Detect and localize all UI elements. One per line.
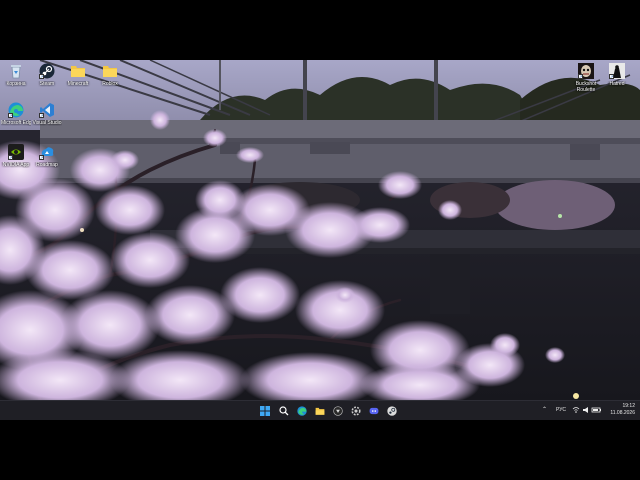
shortcut-arrow-icon: ↗ bbox=[8, 155, 13, 160]
start-button[interactable] bbox=[258, 404, 271, 417]
app-icon: ↗ bbox=[39, 144, 55, 160]
buckshot-roulette-icon: ↗ bbox=[578, 63, 594, 79]
wallpaper bbox=[0, 60, 640, 400]
shortcut-arrow-icon: ↗ bbox=[39, 74, 44, 79]
visual-studio-icon: ↗ bbox=[39, 102, 55, 118]
desktop-icon-label: Buckshot Roulette bbox=[575, 81, 597, 93]
desktop-icon-label: Hatred bbox=[609, 81, 625, 87]
shortcut-arrow-icon: ↗ bbox=[609, 74, 614, 79]
search-icon bbox=[278, 405, 288, 415]
shortcut-arrow-icon: ↗ bbox=[39, 155, 44, 160]
tray-language[interactable]: РУС bbox=[556, 407, 566, 413]
shortcut-arrow-icon: ↗ bbox=[39, 113, 44, 118]
desktop-screen: Корзина ↗ Steam Minecraft Roblox ↗ Micro… bbox=[0, 60, 640, 420]
hatred-icon: ↗ bbox=[609, 63, 625, 79]
tray-time: 19:12 bbox=[622, 403, 635, 409]
desktop-icon-label: Корзина bbox=[6, 81, 26, 87]
tray-overflow-chevron-icon[interactable]: ⌃ bbox=[542, 406, 547, 413]
tray-date: 11.08.2026 bbox=[610, 410, 635, 416]
desktop-icon-label: Roadmap bbox=[36, 162, 58, 168]
file-explorer-icon bbox=[315, 407, 324, 415]
desktop-icon-label: Visual Studio bbox=[32, 120, 62, 126]
desktop-icon-buckshot-roulette[interactable]: ↗ Buckshot Roulette bbox=[570, 63, 602, 93]
desktop-icon-label: Microsoft Edge bbox=[1, 120, 31, 126]
taskbar-file-explorer-button[interactable] bbox=[313, 404, 326, 417]
shortcut-arrow-icon: ↗ bbox=[578, 74, 583, 79]
taskbar: ⌃ РУС 19:12 11.08.2026 bbox=[0, 400, 640, 420]
desktop-icon-recycle-bin[interactable]: Корзина bbox=[1, 63, 31, 87]
tray-network-volume-battery[interactable] bbox=[572, 405, 602, 416]
desktop-icon-label: Roblox bbox=[102, 81, 118, 87]
desktop-icon-label: Minecraft bbox=[67, 81, 89, 87]
taskbar-discord-button[interactable] bbox=[367, 404, 380, 417]
desktop-icon-roblox-folder[interactable]: Roblox bbox=[95, 63, 125, 87]
taskbar-search-button[interactable] bbox=[277, 404, 290, 417]
taskbar-settings-button[interactable] bbox=[349, 404, 362, 417]
desktop-icon-label: NVIDIA App bbox=[2, 162, 30, 168]
nvidia-icon: ↗ bbox=[8, 144, 24, 160]
desktop-icon-hatred[interactable]: ↗ Hatred bbox=[602, 63, 632, 87]
taskbar-app-button[interactable] bbox=[331, 404, 344, 417]
desktop-icon-steam[interactable]: ↗ Steam bbox=[32, 63, 62, 87]
edge-icon: ↗ bbox=[8, 102, 24, 118]
taskbar-edge-button[interactable] bbox=[295, 404, 308, 417]
desktop-icon-nvidia-app[interactable]: ↗ NVIDIA App bbox=[1, 144, 31, 168]
start-icon bbox=[259, 405, 270, 416]
desktop-icon-roadmap[interactable]: ↗ Roadmap bbox=[32, 144, 62, 168]
desktop-icon-microsoft-edge[interactable]: ↗ Microsoft Edge bbox=[1, 102, 31, 126]
recycle-bin-icon bbox=[8, 63, 24, 79]
settings-icon bbox=[350, 405, 361, 416]
steam-icon bbox=[386, 405, 397, 416]
wifi-icon bbox=[572, 407, 601, 413]
discord-icon bbox=[369, 407, 378, 414]
taskbar-steam-button[interactable] bbox=[385, 404, 398, 417]
app-icon bbox=[332, 405, 343, 416]
desktop-icon-minecraft-folder[interactable]: Minecraft bbox=[63, 63, 93, 87]
folder-icon bbox=[70, 63, 86, 79]
steam-icon: ↗ bbox=[39, 63, 55, 79]
edge-icon bbox=[296, 405, 307, 416]
desktop-icon-label: Steam bbox=[39, 81, 55, 87]
desktop-icon-visual-studio[interactable]: ↗ Visual Studio bbox=[32, 102, 62, 126]
shortcut-arrow-icon: ↗ bbox=[8, 113, 13, 118]
tray-clock[interactable]: 19:12 11.08.2026 bbox=[605, 403, 635, 417]
folder-icon bbox=[102, 63, 118, 79]
